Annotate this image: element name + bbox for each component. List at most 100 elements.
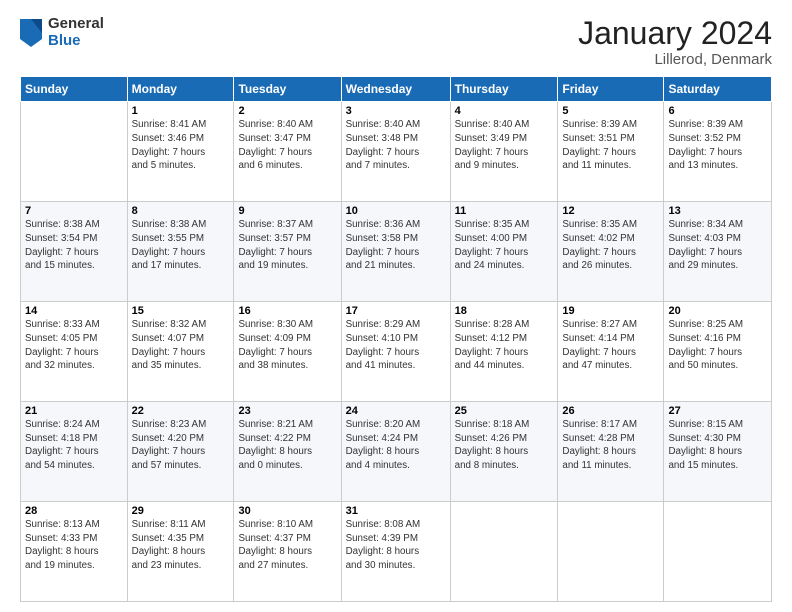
- col-wednesday: Wednesday: [341, 77, 450, 102]
- page-header: General Blue January 2024 Lillerod, Denm…: [20, 16, 772, 68]
- day-info: Sunrise: 8:30 AM Sunset: 4:09 PM Dayligh…: [238, 318, 336, 373]
- day-info: Sunrise: 8:40 AM Sunset: 3:48 PM Dayligh…: [346, 118, 446, 173]
- calendar-location: Lillerod, Denmark: [578, 51, 772, 68]
- day-info: Sunrise: 8:39 AM Sunset: 3:52 PM Dayligh…: [668, 118, 767, 173]
- day-number: 17: [346, 305, 446, 317]
- day-number: 12: [562, 205, 659, 217]
- calendar-week-row: 1Sunrise: 8:41 AM Sunset: 3:46 PM Daylig…: [21, 102, 772, 202]
- calendar-cell: 20Sunrise: 8:25 AM Sunset: 4:16 PM Dayli…: [664, 302, 772, 402]
- day-info: Sunrise: 8:34 AM Sunset: 4:03 PM Dayligh…: [668, 218, 767, 273]
- day-number: 2: [238, 105, 336, 117]
- calendar-cell: 31Sunrise: 8:08 AM Sunset: 4:39 PM Dayli…: [341, 502, 450, 602]
- day-info: Sunrise: 8:32 AM Sunset: 4:07 PM Dayligh…: [132, 318, 230, 373]
- day-number: 31: [346, 505, 446, 517]
- calendar-cell: 15Sunrise: 8:32 AM Sunset: 4:07 PM Dayli…: [127, 302, 234, 402]
- day-info: Sunrise: 8:25 AM Sunset: 4:16 PM Dayligh…: [668, 318, 767, 373]
- calendar-week-row: 7Sunrise: 8:38 AM Sunset: 3:54 PM Daylig…: [21, 202, 772, 302]
- day-number: 30: [238, 505, 336, 517]
- calendar-header-row: Sunday Monday Tuesday Wednesday Thursday…: [21, 77, 772, 102]
- calendar-cell: 11Sunrise: 8:35 AM Sunset: 4:00 PM Dayli…: [450, 202, 558, 302]
- day-info: Sunrise: 8:17 AM Sunset: 4:28 PM Dayligh…: [562, 418, 659, 473]
- day-info: Sunrise: 8:27 AM Sunset: 4:14 PM Dayligh…: [562, 318, 659, 373]
- logo: General Blue: [20, 16, 104, 49]
- calendar-table: Sunday Monday Tuesday Wednesday Thursday…: [20, 76, 772, 602]
- calendar-cell: 24Sunrise: 8:20 AM Sunset: 4:24 PM Dayli…: [341, 402, 450, 502]
- calendar-cell: 5Sunrise: 8:39 AM Sunset: 3:51 PM Daylig…: [558, 102, 664, 202]
- calendar-cell: 19Sunrise: 8:27 AM Sunset: 4:14 PM Dayli…: [558, 302, 664, 402]
- calendar-cell: 16Sunrise: 8:30 AM Sunset: 4:09 PM Dayli…: [234, 302, 341, 402]
- day-info: Sunrise: 8:13 AM Sunset: 4:33 PM Dayligh…: [25, 518, 123, 573]
- calendar-cell: 14Sunrise: 8:33 AM Sunset: 4:05 PM Dayli…: [21, 302, 128, 402]
- day-number: 6: [668, 105, 767, 117]
- calendar-cell: 21Sunrise: 8:24 AM Sunset: 4:18 PM Dayli…: [21, 402, 128, 502]
- day-number: 28: [25, 505, 123, 517]
- day-info: Sunrise: 8:41 AM Sunset: 3:46 PM Dayligh…: [132, 118, 230, 173]
- day-info: Sunrise: 8:24 AM Sunset: 4:18 PM Dayligh…: [25, 418, 123, 473]
- calendar-cell: [21, 102, 128, 202]
- day-number: 19: [562, 305, 659, 317]
- day-number: 27: [668, 405, 767, 417]
- day-number: 14: [25, 305, 123, 317]
- day-number: 7: [25, 205, 123, 217]
- day-info: Sunrise: 8:28 AM Sunset: 4:12 PM Dayligh…: [455, 318, 554, 373]
- logo-general-text: General: [48, 16, 104, 33]
- day-number: 26: [562, 405, 659, 417]
- day-number: 18: [455, 305, 554, 317]
- col-saturday: Saturday: [664, 77, 772, 102]
- day-info: Sunrise: 8:39 AM Sunset: 3:51 PM Dayligh…: [562, 118, 659, 173]
- logo-blue-text: Blue: [48, 33, 104, 50]
- day-info: Sunrise: 8:40 AM Sunset: 3:47 PM Dayligh…: [238, 118, 336, 173]
- calendar-cell: 9Sunrise: 8:37 AM Sunset: 3:57 PM Daylig…: [234, 202, 341, 302]
- calendar-cell: 4Sunrise: 8:40 AM Sunset: 3:49 PM Daylig…: [450, 102, 558, 202]
- calendar-cell: [450, 502, 558, 602]
- calendar-cell: 8Sunrise: 8:38 AM Sunset: 3:55 PM Daylig…: [127, 202, 234, 302]
- calendar-cell: 28Sunrise: 8:13 AM Sunset: 4:33 PM Dayli…: [21, 502, 128, 602]
- calendar-cell: 3Sunrise: 8:40 AM Sunset: 3:48 PM Daylig…: [341, 102, 450, 202]
- calendar-cell: 6Sunrise: 8:39 AM Sunset: 3:52 PM Daylig…: [664, 102, 772, 202]
- day-info: Sunrise: 8:11 AM Sunset: 4:35 PM Dayligh…: [132, 518, 230, 573]
- day-number: 11: [455, 205, 554, 217]
- day-number: 16: [238, 305, 336, 317]
- calendar-cell: 30Sunrise: 8:10 AM Sunset: 4:37 PM Dayli…: [234, 502, 341, 602]
- calendar-cell: 7Sunrise: 8:38 AM Sunset: 3:54 PM Daylig…: [21, 202, 128, 302]
- day-number: 9: [238, 205, 336, 217]
- day-number: 5: [562, 105, 659, 117]
- day-number: 25: [455, 405, 554, 417]
- day-info: Sunrise: 8:15 AM Sunset: 4:30 PM Dayligh…: [668, 418, 767, 473]
- calendar-cell: 26Sunrise: 8:17 AM Sunset: 4:28 PM Dayli…: [558, 402, 664, 502]
- calendar-cell: 29Sunrise: 8:11 AM Sunset: 4:35 PM Dayli…: [127, 502, 234, 602]
- day-info: Sunrise: 8:29 AM Sunset: 4:10 PM Dayligh…: [346, 318, 446, 373]
- day-number: 24: [346, 405, 446, 417]
- calendar-cell: 2Sunrise: 8:40 AM Sunset: 3:47 PM Daylig…: [234, 102, 341, 202]
- day-info: Sunrise: 8:37 AM Sunset: 3:57 PM Dayligh…: [238, 218, 336, 273]
- day-info: Sunrise: 8:36 AM Sunset: 3:58 PM Dayligh…: [346, 218, 446, 273]
- day-number: 29: [132, 505, 230, 517]
- day-info: Sunrise: 8:40 AM Sunset: 3:49 PM Dayligh…: [455, 118, 554, 173]
- day-info: Sunrise: 8:23 AM Sunset: 4:20 PM Dayligh…: [132, 418, 230, 473]
- calendar-week-row: 28Sunrise: 8:13 AM Sunset: 4:33 PM Dayli…: [21, 502, 772, 602]
- day-info: Sunrise: 8:38 AM Sunset: 3:54 PM Dayligh…: [25, 218, 123, 273]
- calendar-week-row: 21Sunrise: 8:24 AM Sunset: 4:18 PM Dayli…: [21, 402, 772, 502]
- day-number: 21: [25, 405, 123, 417]
- calendar-week-row: 14Sunrise: 8:33 AM Sunset: 4:05 PM Dayli…: [21, 302, 772, 402]
- day-number: 10: [346, 205, 446, 217]
- logo-text: General Blue: [48, 16, 104, 49]
- calendar-cell: [664, 502, 772, 602]
- day-number: 1: [132, 105, 230, 117]
- day-number: 4: [455, 105, 554, 117]
- day-number: 23: [238, 405, 336, 417]
- calendar-cell: 12Sunrise: 8:35 AM Sunset: 4:02 PM Dayli…: [558, 202, 664, 302]
- day-info: Sunrise: 8:38 AM Sunset: 3:55 PM Dayligh…: [132, 218, 230, 273]
- day-number: 20: [668, 305, 767, 317]
- day-number: 8: [132, 205, 230, 217]
- col-thursday: Thursday: [450, 77, 558, 102]
- calendar-cell: 13Sunrise: 8:34 AM Sunset: 4:03 PM Dayli…: [664, 202, 772, 302]
- calendar-cell: 27Sunrise: 8:15 AM Sunset: 4:30 PM Dayli…: [664, 402, 772, 502]
- calendar-title: January 2024: [578, 16, 772, 51]
- day-info: Sunrise: 8:33 AM Sunset: 4:05 PM Dayligh…: [25, 318, 123, 373]
- day-info: Sunrise: 8:20 AM Sunset: 4:24 PM Dayligh…: [346, 418, 446, 473]
- calendar-cell: 25Sunrise: 8:18 AM Sunset: 4:26 PM Dayli…: [450, 402, 558, 502]
- day-number: 3: [346, 105, 446, 117]
- day-info: Sunrise: 8:10 AM Sunset: 4:37 PM Dayligh…: [238, 518, 336, 573]
- day-info: Sunrise: 8:18 AM Sunset: 4:26 PM Dayligh…: [455, 418, 554, 473]
